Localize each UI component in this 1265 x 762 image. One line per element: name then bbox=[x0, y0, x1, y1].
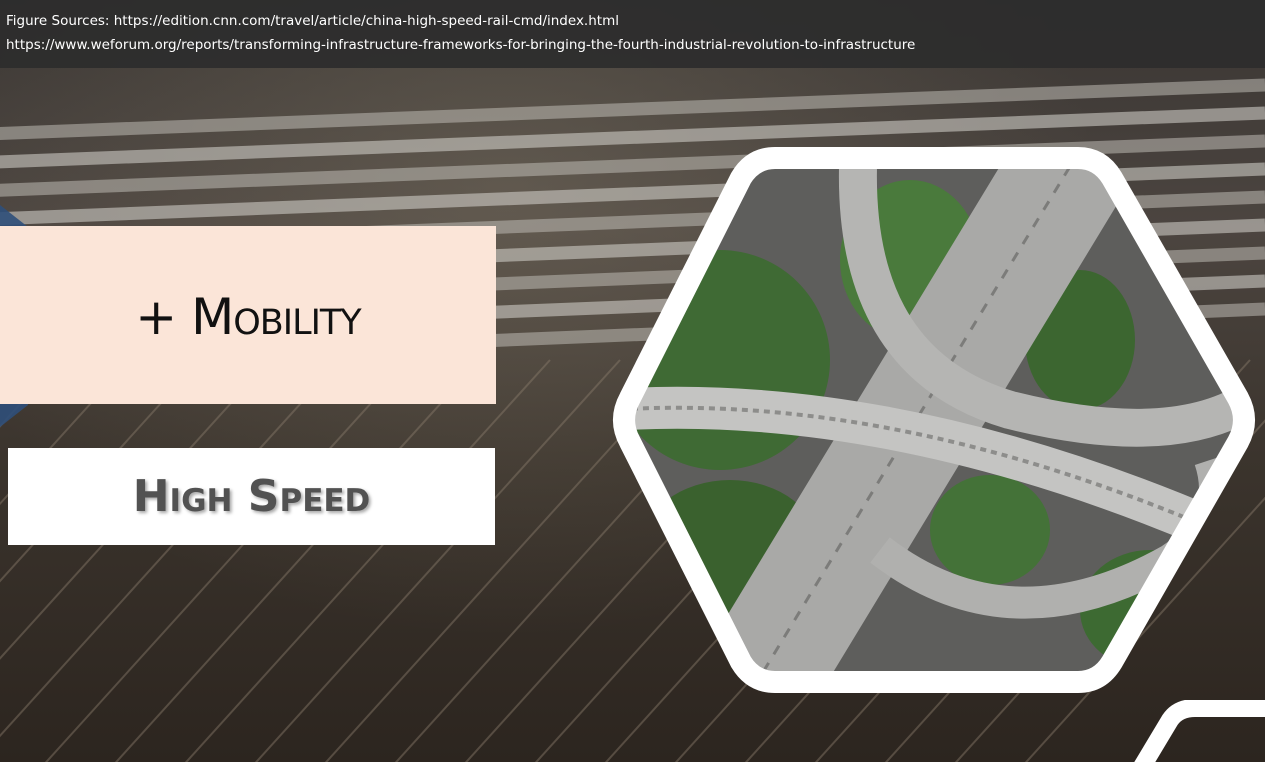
rail-track bbox=[0, 359, 271, 660]
figure-sources-caption: Figure Sources: https://edition.cnn.com/… bbox=[0, 0, 1265, 68]
high-speed-label: High Speed bbox=[132, 471, 371, 522]
mobility-title-box: + Mobility bbox=[0, 226, 496, 404]
source-line-1: Figure Sources: https://edition.cnn.com/… bbox=[6, 13, 619, 29]
source-line-2: https://www.weforum.org/reports/transfor… bbox=[6, 37, 916, 53]
interchange-photo bbox=[624, 158, 1244, 682]
highway-interchange-hexagon bbox=[613, 147, 1255, 693]
high-speed-label-box: High Speed bbox=[8, 448, 495, 545]
slide: Figure Sources: https://edition.cnn.com/… bbox=[0, 0, 1265, 762]
mobility-title: + Mobility bbox=[135, 288, 361, 346]
partial-hexagon-outline bbox=[1134, 700, 1265, 762]
train-row bbox=[0, 78, 1265, 140]
